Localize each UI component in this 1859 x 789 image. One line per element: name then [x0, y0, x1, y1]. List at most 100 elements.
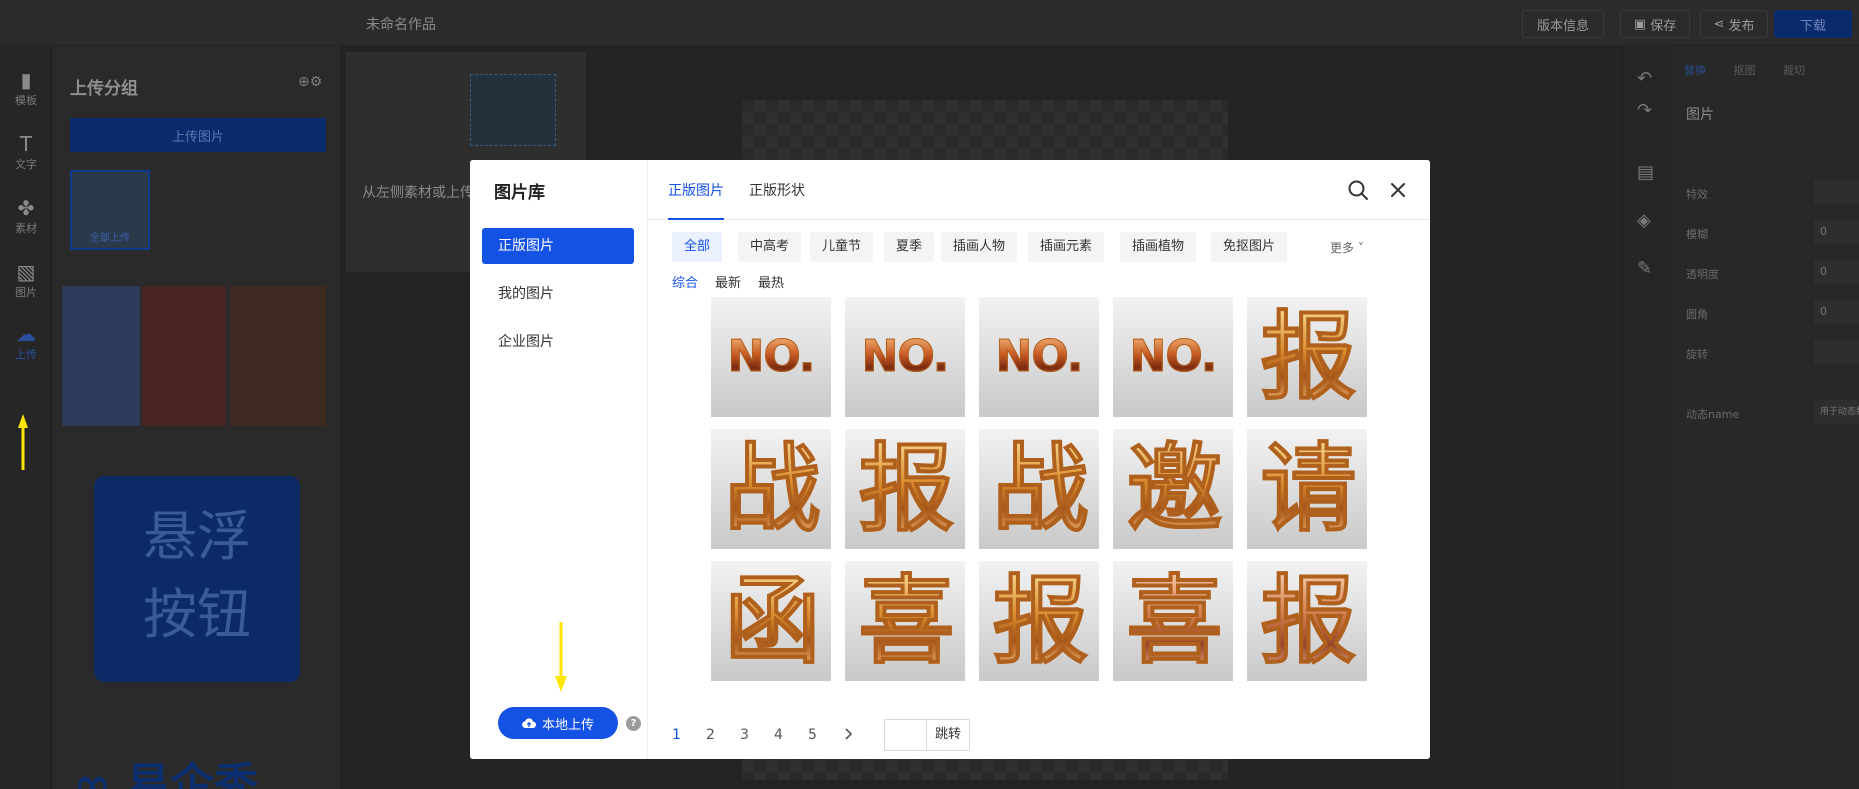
prop-value[interactable]: 用于动态数据 [1814, 400, 1859, 424]
sort-comprehensive[interactable]: 综合 [672, 272, 698, 291]
image-tile[interactable]: NO. [845, 297, 965, 417]
sort-hottest[interactable]: 最热 [758, 272, 784, 291]
properties-panel: 替换 抠图 裁切 图片 特效 模糊 0 透明度 0 圆角 0 旋转 动态name 用于动… [1670, 46, 1859, 789]
prop-value[interactable]: 0 [1814, 300, 1859, 324]
chip-category[interactable]: 中高考 [738, 232, 802, 262]
sort-newest[interactable]: 最新 [715, 272, 741, 291]
nav-template[interactable]: ▮ 模板 [0, 68, 52, 108]
brand-logo: ∞ 易企秀 [74, 748, 258, 789]
upload-image-button[interactable]: 上传图片 [70, 118, 326, 152]
image-tile[interactable]: 报 [979, 561, 1099, 681]
prop-row: 模糊 0 [1686, 220, 1859, 244]
float-button-line: 悬浮 [143, 505, 251, 568]
tab-licensed-images[interactable]: 正版图片 [668, 180, 724, 220]
image-grid: NO. NO. NO. NO. 报 战 报 战 邀 请 函 喜 报 喜 报 [711, 297, 1367, 681]
save-button[interactable]: ▣ 保存 [1620, 10, 1690, 38]
props-tab-crop[interactable]: 裁切 [1783, 64, 1805, 77]
page-button[interactable]: 3 [740, 727, 749, 743]
document-title[interactable]: 未命名作品 [366, 14, 436, 34]
chip-category[interactable]: 夏季 [884, 232, 935, 262]
image-tile[interactable]: 战 [979, 429, 1099, 549]
template-thumb[interactable] [142, 286, 226, 426]
redo-icon[interactable]: ↷ [1637, 100, 1652, 121]
prop-value[interactable] [1814, 340, 1859, 364]
image-tile[interactable]: NO. [979, 297, 1099, 417]
chip-category[interactable]: 插画植物 [1120, 232, 1197, 262]
modal-tabs: 正版图片 正版形状 [648, 160, 1430, 220]
download-button[interactable]: 下载 [1774, 10, 1852, 38]
image-tile[interactable]: 战 [711, 429, 831, 549]
prop-value[interactable]: 0 [1814, 220, 1859, 244]
left-nav: ▮ 模板 T 文字 ✤ 素材 ▧ 图片 ☁ 上传 [0, 46, 52, 789]
page-button[interactable]: 2 [706, 727, 715, 743]
prop-value[interactable] [1814, 180, 1859, 204]
image-tile[interactable]: 报 [845, 429, 965, 549]
chip-category[interactable]: 免抠图片 [1211, 232, 1288, 262]
image-icon: ▧ [16, 260, 36, 284]
image-tile[interactable]: NO. [1113, 297, 1233, 417]
prop-row: 透明度 0 [1686, 260, 1859, 284]
panel-group-icons[interactable]: ⊕⚙ [298, 74, 322, 90]
text-icon: T [19, 132, 33, 156]
image-tile[interactable]: 邀 [1113, 429, 1233, 549]
modal-content: 正版图片 正版形状 全部 中高考 儿童节 夏季 插画人物 插画元素 插画植物 免… [647, 160, 1430, 759]
brand-mark-icon: ∞ [74, 759, 126, 789]
template-thumb[interactable] [62, 286, 140, 426]
modal-title: 图片库 [494, 183, 545, 203]
publish-button[interactable]: ⋖ 发布 [1700, 10, 1768, 38]
close-icon[interactable] [1386, 178, 1410, 202]
share-icon: ⋖ [1713, 16, 1729, 32]
side-item-my-images[interactable]: 我的图片 [482, 276, 634, 312]
chip-category[interactable]: 儿童节 [810, 232, 874, 262]
nav-image[interactable]: ▧ 图片 [0, 260, 52, 300]
props-tab-cutout[interactable]: 抠图 [1734, 64, 1756, 77]
page-icon[interactable]: ▤ [1637, 162, 1654, 183]
template-thumb[interactable] [230, 286, 326, 426]
search-icon[interactable] [1346, 178, 1370, 202]
upload-group-thumb[interactable]: 全部上传 [70, 170, 150, 250]
nav-upload[interactable]: ☁ 上传 [0, 322, 52, 362]
image-tile[interactable]: 喜 [1113, 561, 1233, 681]
nav-text[interactable]: T 文字 [0, 132, 52, 172]
page-button[interactable]: 1 [672, 727, 681, 743]
undo-icon[interactable]: ↶ [1637, 68, 1652, 89]
side-item-licensed-images[interactable]: 正版图片 [482, 228, 634, 264]
settings-icon[interactable]: ⚙ [310, 74, 323, 90]
float-button-preview[interactable]: 悬浮 按钮 [94, 476, 300, 682]
layers-icon[interactable]: ◈ [1637, 210, 1651, 231]
version-info-button[interactable]: 版本信息 [1522, 10, 1604, 38]
local-upload-button[interactable]: 本地上传 [498, 707, 618, 739]
page-jump-input[interactable] [884, 719, 926, 751]
image-tile[interactable]: NO. [711, 297, 831, 417]
image-tile[interactable]: 函 [711, 561, 831, 681]
props-tabs: 替换 抠图 裁切 [1684, 62, 1829, 78]
side-item-company-images[interactable]: 企业图片 [482, 324, 634, 360]
chip-category[interactable]: 插画人物 [941, 232, 1018, 262]
chip-category[interactable]: 全部 [672, 232, 723, 262]
selected-image-thumb[interactable] [470, 74, 556, 146]
page-button[interactable]: 5 [808, 727, 817, 743]
panel-title: 上传分组 [70, 79, 138, 99]
brush-icon[interactable]: ✎ [1637, 258, 1652, 279]
props-tab-replace[interactable]: 替换 [1684, 64, 1706, 77]
tab-licensed-shapes[interactable]: 正版形状 [749, 180, 805, 220]
save-icon: ▣ [1633, 16, 1651, 32]
image-tile[interactable]: 报 [1247, 561, 1367, 681]
image-tile[interactable]: 请 [1247, 429, 1367, 549]
nav-material[interactable]: ✤ 素材 [0, 196, 52, 236]
image-tile[interactable]: 喜 [845, 561, 965, 681]
chevron-right-icon[interactable] [842, 725, 856, 743]
add-group-icon[interactable]: ⊕ [298, 74, 310, 90]
more-categories-dropdown[interactable]: 更多 ˅ [1330, 239, 1364, 256]
prop-row: 圆角 0 [1686, 300, 1859, 324]
template-icon: ▮ [20, 68, 32, 92]
props-title: 图片 [1686, 107, 1714, 123]
upload-icon: ☁ [16, 322, 36, 346]
image-tile[interactable]: 报 [1247, 297, 1367, 417]
page-jump-button[interactable]: 跳转 [926, 719, 970, 751]
page-button[interactable]: 4 [774, 727, 783, 743]
prop-value[interactable]: 0 [1814, 260, 1859, 284]
material-icon: ✤ [17, 196, 35, 220]
chip-category[interactable]: 插画元素 [1028, 232, 1105, 262]
help-icon[interactable]: ? [626, 716, 641, 731]
